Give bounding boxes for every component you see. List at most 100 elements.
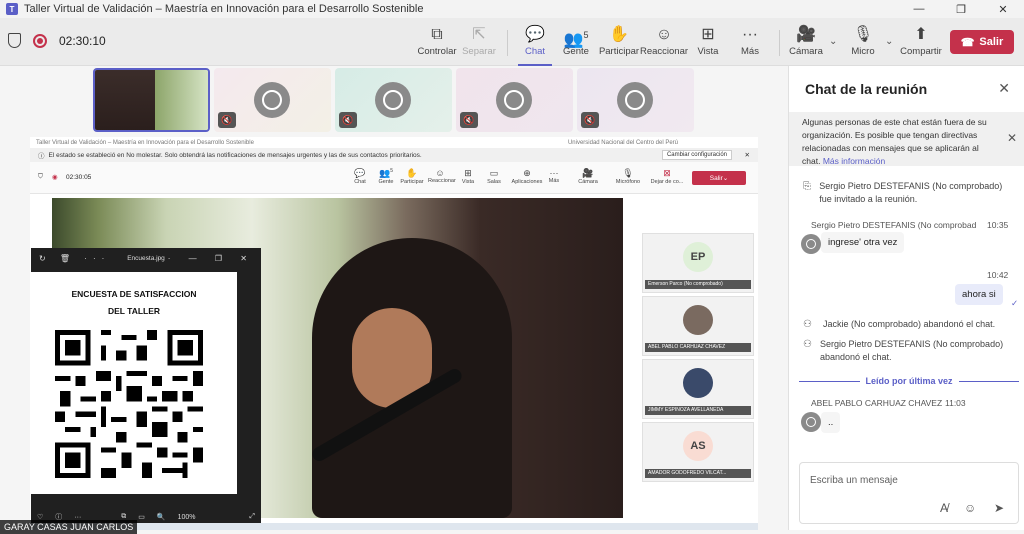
- restore-icon[interactable]: ❐: [940, 3, 982, 16]
- message-time: 11:03: [945, 398, 966, 408]
- survey-heading: ENCUESTA DE SATISFACCION: [71, 289, 197, 299]
- video-feed: [95, 70, 155, 130]
- shared-participant-tile: EP Emerson Parco (No comprobado): [642, 233, 754, 293]
- message-bubble[interactable]: ..: [821, 412, 841, 433]
- microphone-icon: 🎙: [852, 26, 874, 43]
- shared-participant-list: EP Emerson Parco (No comprobado) ABEL PA…: [642, 233, 754, 485]
- chat-button[interactable]: 💬 Chat: [512, 24, 558, 66]
- separar-button[interactable]: ⇱ Separar: [456, 24, 502, 62]
- divider: [507, 30, 508, 56]
- reaccionar-button[interactable]: ☺ Reaccionar: [640, 24, 688, 62]
- teams-logo-icon: T: [6, 3, 18, 15]
- mic-chevron-down-icon[interactable]: ⌄: [885, 36, 893, 47]
- mas-button[interactable]: ··· Más: [727, 24, 773, 62]
- qr-code-icon: [55, 330, 203, 478]
- survey-subheading: DEL TALLER: [107, 306, 161, 316]
- seen-check-icon: ✓: [1011, 298, 1019, 308]
- mini-rooms-button: ▭ Salas: [487, 168, 501, 185]
- message-composer[interactable]: Escriba un mensaje A̸ ☺ ➤: [799, 462, 1019, 524]
- participar-button[interactable]: ✋ Participar: [596, 24, 642, 62]
- compartir-button[interactable]: ⬆ Compartir: [898, 24, 944, 62]
- title-bar: T Taller Virtual de Validación – Maestrí…: [0, 0, 1024, 18]
- recording-icon: ◉: [52, 174, 58, 181]
- pop-out-icon: ⇱: [472, 26, 486, 43]
- system-message: ⎘ Sergio Pietro DESTEFANIS (No comprobad…: [803, 181, 1003, 204]
- my-message-bubble[interactable]: ahora si: [955, 284, 1003, 305]
- participant-video-tile[interactable]: [93, 68, 210, 132]
- people-icon: 👥5: [563, 30, 589, 49]
- message-time: 10:35: [987, 220, 1009, 230]
- format-icon[interactable]: A̸: [940, 501, 948, 515]
- zoom-level: 100%: [177, 513, 196, 521]
- presenter-name: GARAY CASAS JUAN CARLOS: [0, 520, 138, 534]
- more-info-link[interactable]: Más información: [823, 156, 885, 166]
- share-icon: ⬆: [914, 26, 928, 43]
- more-icon: ···: [742, 26, 758, 43]
- emoji-icon[interactable]: ☺: [964, 501, 976, 515]
- compose-input[interactable]: Escriba un mensaje: [810, 475, 898, 486]
- vista-button[interactable]: ⊞ Vista: [685, 24, 731, 62]
- mini-chat-button: 💬 Chat: [354, 168, 366, 185]
- mini-timer: 02:30:05: [66, 174, 92, 181]
- recording-icon: [33, 33, 47, 48]
- shared-participant-tile: JIMMY ESPINOZA AVELLANEDA: [642, 359, 754, 419]
- participant-tile[interactable]: 🔇: [577, 68, 694, 132]
- meeting-timer: 02:30:10: [59, 33, 106, 48]
- avatar: AS: [683, 431, 713, 461]
- avatar: [496, 82, 532, 118]
- meeting-stage: 🔇 🔇 🔇 🔇 Taller Virtual de Validación – M…: [0, 66, 788, 534]
- last-read-divider: Leído por última vez: [799, 376, 1020, 386]
- change-settings-button: Cambiar configuración: [661, 150, 732, 160]
- close-icon: ✕: [744, 152, 750, 159]
- camera-chevron-down-icon[interactable]: ⌄: [829, 36, 837, 47]
- system-message: ⚇ Jackie (No comprobado) abandonó el cha…: [803, 319, 996, 330]
- people-count: 5: [583, 30, 589, 40]
- camara-button[interactable]: 🎥 Cámara: [783, 24, 829, 62]
- invite-icon: ⎘: [803, 181, 811, 192]
- shared-screen[interactable]: Taller Virtual de Validación – Maestría …: [30, 137, 758, 530]
- raise-hand-icon: ✋: [609, 26, 629, 43]
- participant-tile[interactable]: 🔇: [214, 68, 331, 132]
- control-icon: ⧉: [431, 26, 443, 43]
- message-time: 10:42: [987, 270, 1009, 280]
- gente-button[interactable]: 👥5 Gente: [553, 24, 599, 62]
- mini-more-button: ··· Más: [548, 168, 560, 184]
- message-bubble[interactable]: ingrese' otra vez: [821, 232, 905, 253]
- meeting-toolbar: 02:30:10 ⧉ Controlar ⇱ Separar 💬 Chat 👥5…: [0, 18, 1024, 66]
- chat-header: Chat de la reunión ✕: [789, 66, 1024, 112]
- image-viewer-window: ↻ 🗑 ··· Encuesta.jpg ··· — ❐ ✕ ENCUESTA …: [31, 248, 261, 530]
- avatar: [375, 82, 411, 118]
- fit-icon: ▭: [138, 514, 145, 521]
- viewer-window-controls-icon: ··· — ❐ ✕: [146, 253, 255, 263]
- window-title: Taller Virtual de Validación – Maestría …: [24, 3, 424, 15]
- close-window-icon[interactable]: ✕: [982, 3, 1024, 16]
- dismiss-notice-icon[interactable]: ✕: [1007, 132, 1017, 145]
- mic-off-icon: 🔇: [581, 112, 599, 128]
- controlar-button[interactable]: ⧉ Controlar: [414, 24, 460, 62]
- mini-leave-button: Salir ⌄: [692, 171, 746, 185]
- avatar: [801, 412, 821, 432]
- avatar: [617, 82, 653, 118]
- viewer-title-bar: ↻ 🗑 ··· Encuesta.jpg ··· — ❐ ✕: [31, 248, 261, 268]
- person-left-icon: ⚇: [803, 339, 812, 350]
- avatar: EP: [683, 242, 713, 272]
- minimize-icon[interactable]: —: [898, 3, 940, 15]
- shield-icon: ⛉: [38, 173, 43, 180]
- info-icon: ⓘ: [38, 153, 45, 160]
- external-notice: Algunas personas de este chat están fuer…: [789, 112, 1024, 166]
- dnd-banner: ⓘ El estado se estableció en No molestar…: [30, 148, 758, 162]
- shared-title-bar: Taller Virtual de Validación – Maestría …: [36, 139, 678, 146]
- close-chat-icon[interactable]: ✕: [998, 80, 1010, 97]
- mini-view-button: ⊞ Vista: [461, 168, 475, 185]
- micro-button[interactable]: 🎙 Micro: [840, 24, 886, 62]
- participant-tile[interactable]: 🔇: [335, 68, 452, 132]
- survey-document: ENCUESTA DE SATISFACCION DEL TALLER: [31, 272, 237, 494]
- message-sender: Sergio Pietro DESTEFANIS (No comprobad: [811, 220, 977, 230]
- leave-button[interactable]: ☎ Salir: [950, 30, 1014, 54]
- participant-tile[interactable]: 🔇: [456, 68, 573, 132]
- mini-mic-button: 🎙 Micrófono: [615, 168, 641, 185]
- send-icon[interactable]: ➤: [994, 501, 1004, 515]
- mini-stop-share-button: ⊠ Dejar de co...: [650, 168, 684, 185]
- shield-icon[interactable]: [8, 33, 21, 48]
- avatar: [801, 234, 821, 254]
